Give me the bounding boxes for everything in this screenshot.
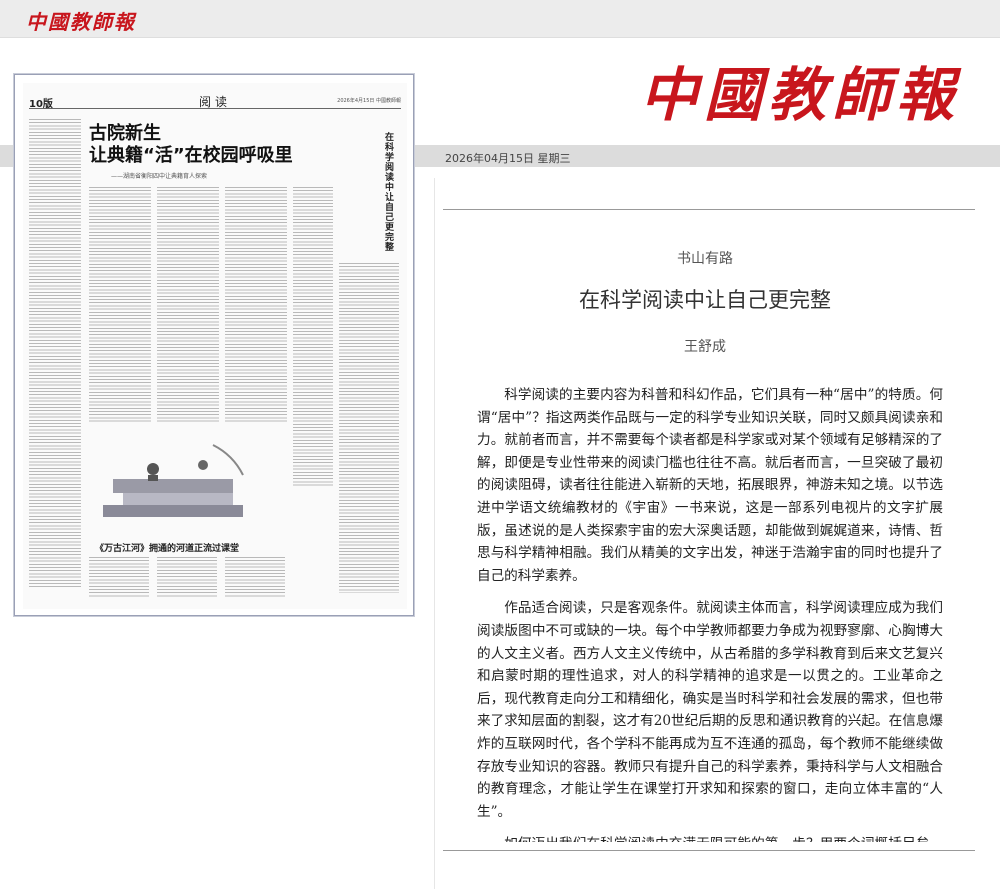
divider [443, 209, 975, 210]
thumbnail-headline-line2: 让典籍“活”在校园呼吸里 [89, 145, 293, 166]
site-logo[interactable]: 中國教師報 [26, 6, 136, 35]
article-paragraph: 科学阅读的主要内容为科普和科幻作品，它们具有一种“居中”的特质。何谓“居中”？指… [477, 387, 943, 584]
thumbnail-second-headline: 《万古江河》拥通的河道正流过课堂 [95, 544, 240, 554]
thumbnail-vertical-title: 在科学阅读中让自己更完整 [385, 133, 395, 253]
thumbnail-text-column [89, 187, 151, 423]
divider [443, 850, 975, 851]
article-column: 书山有路 [677, 251, 733, 267]
thumbnail-text-column [225, 187, 287, 423]
issue-date: 2026年04月15日 星期三 [445, 152, 571, 165]
article-paragraph: 作品适合阅读，只是客观条件。就阅读主体而言，科学阅读理应成为我们阅读版图中不可或… [477, 600, 943, 820]
article-author: 王舒成 [684, 339, 726, 355]
thumbnail-page-number: 10版 [29, 99, 53, 110]
thumbnail-text-column [157, 557, 217, 597]
article-body[interactable]: 科学阅读的主要内容为科普和科幻作品，它们具有一种“居中”的特质。何谓“居中”？指… [477, 384, 943, 842]
article-paragraph: 如何迈出我们在科学阅读中充满无限可能的第一步？用两个词概括足矣。一曰“囫囵吞枣”… [477, 833, 943, 842]
thumbnail-section: 阅读 [199, 95, 232, 109]
article-panel: 书山有路 在科学阅读中让自己更完整 王舒成 科学阅读的主要内容为科普和科幻作品，… [434, 178, 994, 889]
thumbnail-headline-line1: 古院新生 [89, 123, 161, 144]
thumbnail-illustration [103, 444, 244, 517]
article-title: 在科学阅读中让自己更完整 [579, 288, 831, 312]
thumbnail-page[interactable]: 10版 阅读 2026年4月15日 中國教師報 古院新生 让典籍“活”在校园呼吸… [23, 83, 407, 609]
thumbnail-subheadline: ——湖南省衡阳四中让典籍育人探索 [111, 173, 208, 180]
thumbnail-headline: 古院新生 让典籍“活”在校园呼吸里 [89, 123, 293, 167]
newspaper-brand: 中國教師報 [640, 61, 961, 129]
thumbnail-text-column [89, 557, 149, 597]
thumbnail-text-column [225, 557, 285, 597]
thumbnail-header-right: 2026年4月15日 中國教師報 [337, 98, 401, 104]
thumbnail-text-column [157, 187, 219, 423]
thumbnail-header: 10版 阅读 2026年4月15日 中國教師報 [29, 95, 401, 110]
page-thumbnail[interactable]: 10版 阅读 2026年4月15日 中國教師報 古院新生 让典籍“活”在校园呼吸… [14, 74, 414, 616]
thumbnail-text-column [29, 119, 81, 589]
thumbnail-text-column [293, 187, 333, 487]
top-bar: 中國教師報 [0, 0, 1000, 38]
thumbnail-text-column [339, 263, 399, 593]
